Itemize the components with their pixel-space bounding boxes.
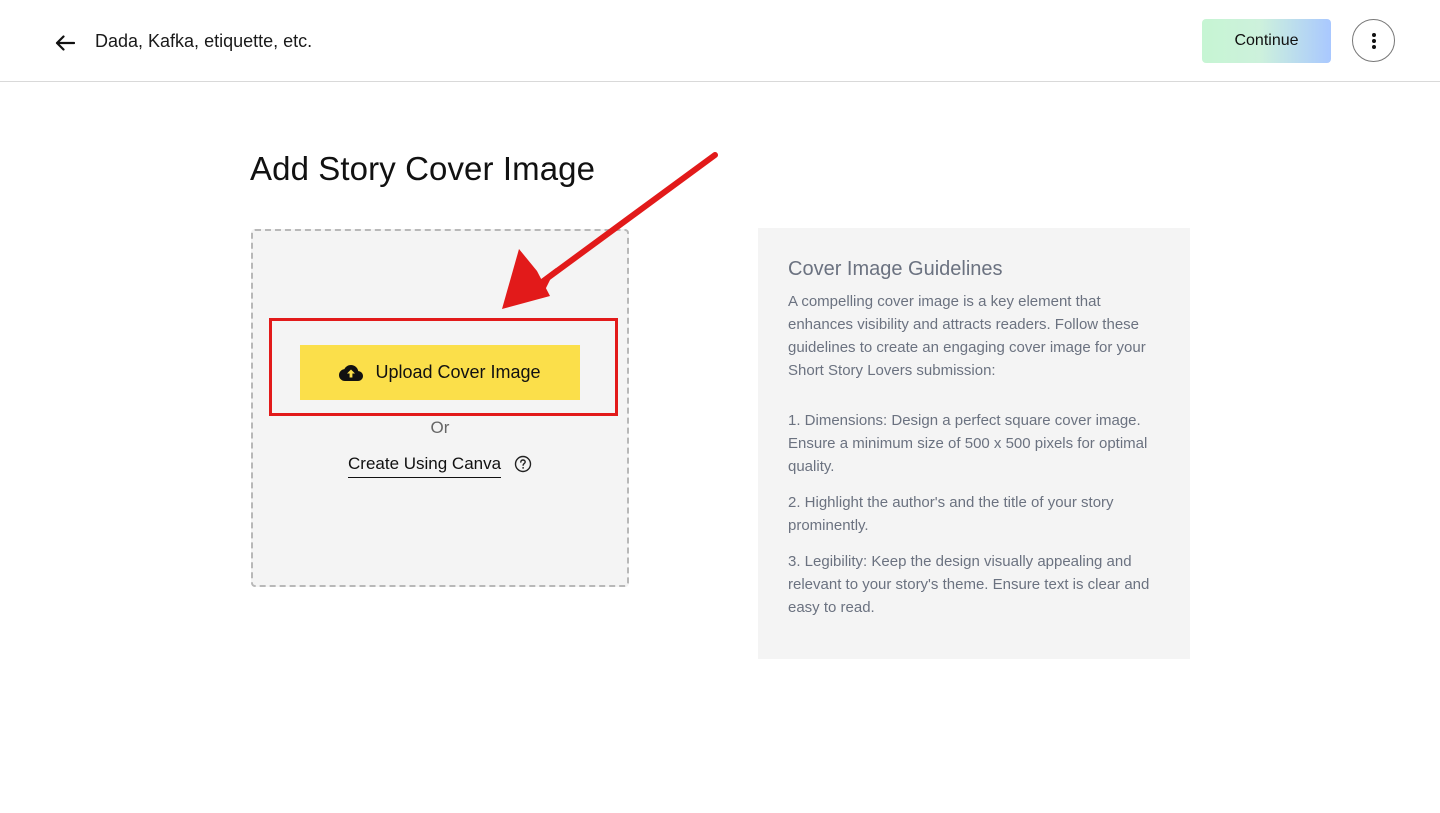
more-vertical-icon [1371,32,1376,49]
create-using-canva-link[interactable]: Create Using Canva [348,454,502,478]
guideline-rule-dimensions: 1. Dimensions: Design a perfect square c… [788,412,1148,475]
or-separator: Or [430,418,450,437]
guideline-rule-legibility: 3. Legibility: Keep the design visually … [788,553,1150,616]
annotation-arrow [502,152,718,309]
guidelines-intro: A compelling cover image is a key elemen… [788,293,1146,379]
cloud-upload-icon [339,364,364,381]
arrow-left-icon [55,35,75,51]
guidelines-heading: Cover Image Guidelines [788,258,1003,280]
top-bar: Dada, Kafka, etiquette, etc. Continue [0,0,1440,82]
upload-cover-image-button[interactable]: Upload Cover Image [300,345,580,400]
page-title: Add Story Cover Image [250,150,596,187]
question-circle-icon[interactable] [514,455,532,473]
upload-button-label: Upload Cover Image [375,362,541,382]
back-button[interactable] [52,30,78,56]
cover-guidelines-panel: Cover Image Guidelines A compelling cove… [758,228,1190,659]
cover-image-dropzone[interactable] [251,229,629,587]
guideline-rule-highlight: 2. Highlight the author's and the title … [788,494,1114,534]
continue-button[interactable]: Continue [1202,19,1331,63]
more-options-button[interactable] [1352,19,1395,62]
story-title: Dada, Kafka, etiquette, etc. [95,31,313,51]
